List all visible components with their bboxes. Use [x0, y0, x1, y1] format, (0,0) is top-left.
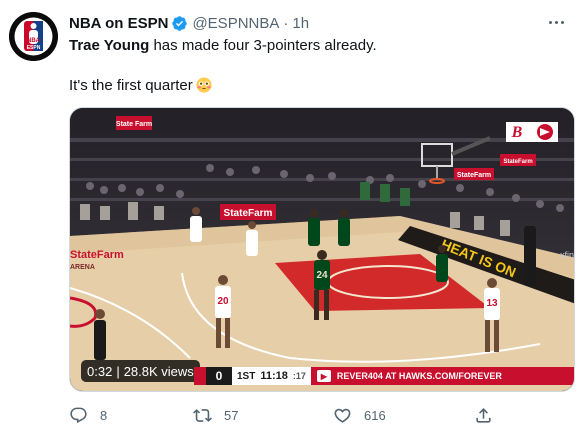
- video-view-count: 28.8K views: [123, 363, 194, 379]
- tweet-text-line-2: It's the first quarter: [69, 76, 559, 96]
- tweet-actions: 8 57 616: [69, 404, 499, 426]
- video-frame: HEAT IS ON StateFarm ARENA State Farm St…: [70, 108, 574, 391]
- tweet-timestamp[interactable]: 1h: [292, 15, 309, 32]
- like-button[interactable]: 616: [333, 404, 386, 426]
- avatar-text-bottom: ESPN: [27, 45, 41, 51]
- video-views-separator: |: [116, 363, 120, 379]
- share-icon: [476, 407, 491, 423]
- scorebug-team-color: [194, 367, 206, 385]
- like-count: 616: [364, 407, 386, 423]
- video-duration: 0:32: [87, 363, 113, 379]
- video-duration-views: 0:32 | 28.8K views: [81, 360, 200, 382]
- flushed-face-emoji-icon: [196, 77, 212, 93]
- more-options-icon[interactable]: [544, 14, 568, 30]
- video-player[interactable]: HEAT IS ON StateFarm ARENA State Farm St…: [69, 107, 575, 392]
- retweet-button[interactable]: 57: [193, 404, 238, 426]
- scorebug-period: 1ST: [237, 370, 256, 382]
- tweet-card[interactable]: NBA ESPN NBA on ESPN @ESPNNBA · 1h Trae …: [0, 0, 581, 428]
- scorebug-promo: ▶ REVER404 AT HAWKS.COM/FOREVER: [310, 367, 574, 385]
- reply-icon: [70, 407, 87, 423]
- tweet-text-line-1: Trae Young has made four 3-pointers alre…: [69, 36, 559, 56]
- hawks-logo-icon: ▶: [316, 370, 331, 382]
- sign-b-logo: B: [511, 124, 523, 141]
- author-display-name[interactable]: NBA on ESPN: [69, 15, 168, 32]
- sign-statefarm-right: StateFarm: [457, 172, 491, 179]
- sign-statefarm-center: StateFarm: [224, 208, 273, 219]
- retweet-icon: [193, 408, 212, 422]
- avatar-text-top: NBA: [27, 38, 41, 44]
- tweet-text-line-2-body: It's the first quarter: [69, 77, 193, 94]
- scorebug-game-clock: 11:18: [260, 370, 288, 382]
- floor-logo-subtext: ARENA: [70, 264, 95, 271]
- reply-button[interactable]: 8: [69, 404, 107, 426]
- avatar[interactable]: NBA ESPN: [9, 12, 58, 61]
- scorebug-score: 0: [206, 367, 232, 385]
- scorebug-promo-text: REVER404 AT HAWKS.COM/FOREVER: [336, 371, 502, 381]
- tweet-text: Trae Young has made four 3-pointers alre…: [69, 36, 559, 96]
- sign-statefarm-left: State Farm: [116, 121, 152, 128]
- sign-statefarm-small: StateFarm: [503, 159, 532, 165]
- header-separator: ·: [283, 14, 289, 32]
- reply-count: 8: [100, 407, 108, 423]
- scorebug-clock: 1ST 11:18 :17: [232, 367, 311, 385]
- share-button[interactable]: [474, 404, 493, 426]
- sign-xfinity: xfin: [560, 250, 574, 260]
- floor-logo-text: StateFarm: [70, 249, 124, 261]
- retweet-count: 57: [224, 407, 239, 423]
- player-name: Trae Young: [69, 37, 150, 54]
- player-number-3: 13: [486, 298, 498, 309]
- nba-espn-logo-icon: NBA ESPN: [9, 12, 58, 61]
- player-number-1: 20: [217, 296, 229, 307]
- tweet-text-line-1-rest: has made four 3-pointers already.: [149, 37, 377, 54]
- heart-icon: [334, 408, 351, 423]
- author-handle[interactable]: @ESPNNBA: [192, 15, 279, 32]
- player-number-2: 24: [316, 270, 328, 281]
- tweet-header: NBA on ESPN @ESPNNBA · 1h: [69, 13, 309, 33]
- scorebug-shot-clock: :17: [292, 371, 306, 381]
- game-scorebug: 0 1ST 11:18 :17 ▶ REVER404 AT HAWKS.COM/…: [194, 367, 574, 385]
- verified-badge-icon: [171, 15, 188, 32]
